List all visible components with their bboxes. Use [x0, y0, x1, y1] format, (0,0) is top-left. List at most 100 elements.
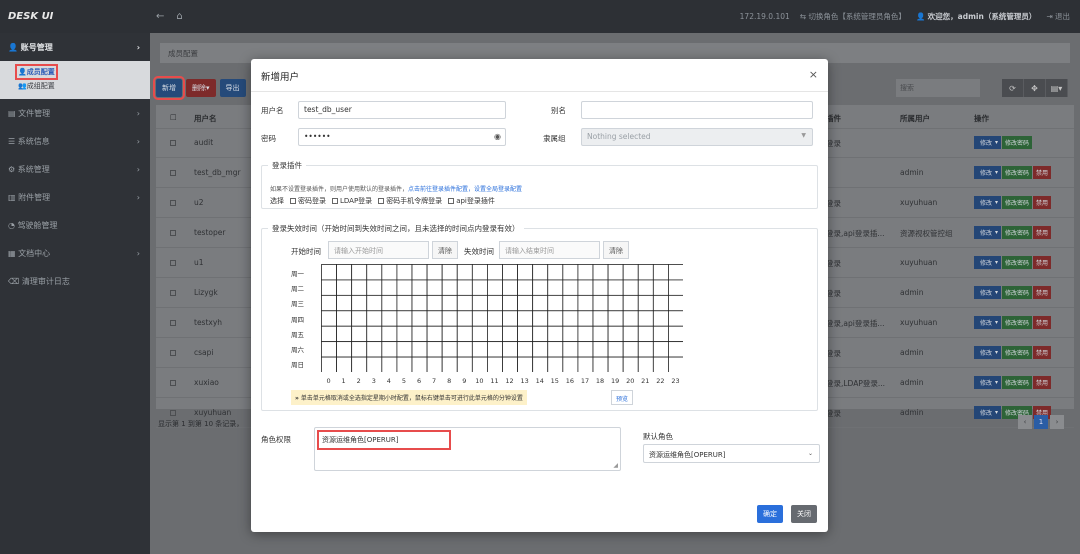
time-cell[interactable] — [577, 279, 594, 296]
time-cell[interactable] — [562, 356, 579, 372]
hour-label[interactable]: 13 — [518, 377, 532, 385]
switch-role-link[interactable]: ⇆ 切换角色【系统管理员角色】 — [800, 11, 906, 22]
time-cell[interactable] — [336, 279, 353, 296]
time-cell[interactable] — [487, 341, 503, 358]
time-cell[interactable] — [502, 279, 518, 296]
edit-button[interactable]: 修改 ▾ — [974, 376, 1002, 389]
time-cell[interactable] — [668, 310, 683, 327]
time-cell[interactable] — [607, 279, 624, 296]
hour-label[interactable]: 0 — [322, 377, 336, 385]
time-cell[interactable] — [471, 325, 488, 343]
time-cell[interactable] — [668, 264, 683, 281]
time-cell[interactable] — [366, 341, 383, 358]
time-cell[interactable] — [517, 279, 534, 296]
time-cell[interactable] — [441, 356, 458, 372]
time-cell[interactable] — [622, 325, 639, 343]
edit-button[interactable]: 修改 ▾ — [974, 166, 1002, 179]
time-cell[interactable] — [351, 341, 368, 358]
hour-label[interactable]: 6 — [412, 377, 426, 385]
clear-end-button[interactable]: 清除 — [603, 241, 629, 259]
time-cell[interactable] — [321, 310, 337, 327]
close-icon[interactable]: × — [809, 68, 818, 81]
change-password-button[interactable]: 修改密码 — [1002, 226, 1033, 239]
close-button[interactable]: 关闭 — [791, 505, 817, 523]
sidebar-item-cockpit[interactable]: ◔ 驾驶舱管理 — [0, 211, 150, 239]
time-cell[interactable] — [502, 264, 518, 281]
time-cell[interactable] — [502, 341, 518, 358]
hour-label[interactable]: 9 — [457, 377, 471, 385]
change-password-button[interactable]: 修改密码 — [1002, 286, 1033, 299]
alias-field[interactable] — [581, 101, 813, 119]
time-cell[interactable] — [441, 279, 458, 296]
sidebar-item-sysinfo[interactable]: ☰ 系统信息 › — [0, 127, 150, 155]
time-cell[interactable] — [396, 325, 413, 343]
time-cell[interactable] — [532, 264, 549, 281]
hour-label[interactable]: 23 — [668, 377, 682, 385]
time-cell[interactable] — [321, 341, 337, 358]
time-cell[interactable] — [441, 264, 458, 281]
hour-label[interactable]: 19 — [608, 377, 622, 385]
time-cell[interactable] — [381, 356, 398, 372]
time-cell[interactable] — [517, 310, 534, 327]
edit-button[interactable]: 修改 ▾ — [974, 256, 1002, 269]
time-cell[interactable] — [622, 264, 639, 281]
time-cell[interactable] — [366, 264, 383, 281]
col-plugin[interactable]: 插件 — [826, 113, 841, 124]
time-cell[interactable] — [381, 264, 398, 281]
time-cell[interactable] — [381, 310, 398, 327]
time-cell[interactable] — [336, 325, 353, 343]
hour-label[interactable]: 10 — [472, 377, 486, 385]
change-password-button[interactable]: 修改密码 — [1002, 196, 1033, 209]
time-cell[interactable] — [517, 341, 534, 358]
add-button[interactable]: 新增 — [153, 76, 185, 100]
time-cell[interactable] — [532, 356, 549, 372]
time-cell[interactable] — [487, 325, 503, 343]
time-cell[interactable] — [411, 341, 428, 358]
time-cell[interactable] — [517, 294, 534, 312]
time-cell[interactable] — [562, 279, 579, 296]
hour-label[interactable]: 20 — [623, 377, 637, 385]
time-cell[interactable] — [487, 294, 503, 312]
time-cell[interactable] — [532, 279, 549, 296]
time-cell[interactable] — [592, 279, 609, 296]
time-cell[interactable] — [471, 310, 488, 327]
hour-label[interactable]: 11 — [487, 377, 501, 385]
time-cell[interactable] — [487, 279, 503, 296]
time-cell[interactable] — [592, 341, 609, 358]
disable-button[interactable]: 禁用 — [1033, 226, 1052, 239]
row-checkbox[interactable] — [170, 320, 176, 326]
time-cell[interactable] — [426, 294, 443, 312]
time-cell[interactable] — [426, 341, 443, 358]
col-owner[interactable]: 所属用户 — [900, 113, 930, 124]
time-cell[interactable] — [607, 264, 624, 281]
row-checkbox[interactable] — [170, 260, 176, 266]
time-cell[interactable] — [577, 356, 594, 372]
time-cell[interactable] — [351, 325, 368, 343]
time-cell[interactable] — [547, 279, 564, 296]
time-cell[interactable] — [622, 356, 639, 372]
plugin-checkbox-token[interactable]: 密码手机令牌登录 — [378, 196, 442, 206]
time-cell[interactable] — [532, 294, 549, 312]
time-cell[interactable] — [366, 279, 383, 296]
prev-page-button[interactable]: ‹ — [1018, 415, 1032, 429]
time-cell[interactable] — [577, 325, 594, 343]
time-cell[interactable] — [517, 264, 534, 281]
time-cell[interactable] — [471, 279, 488, 296]
time-cell[interactable] — [396, 294, 413, 312]
time-cell[interactable] — [411, 310, 428, 327]
search-input[interactable]: 搜索 — [896, 79, 980, 97]
time-cell[interactable] — [532, 341, 549, 358]
time-cell[interactable] — [396, 341, 413, 358]
time-cell[interactable] — [441, 325, 458, 343]
hour-label[interactable]: 14 — [533, 377, 547, 385]
time-cell[interactable] — [562, 294, 579, 312]
time-cell[interactable] — [456, 341, 473, 358]
edit-button[interactable]: 修改 ▾ — [974, 196, 1002, 209]
confirm-button[interactable]: 确定 — [757, 505, 783, 523]
time-cell[interactable] — [426, 264, 443, 281]
time-cell[interactable] — [652, 264, 669, 281]
time-cell[interactable] — [637, 294, 654, 312]
time-cell[interactable] — [396, 264, 413, 281]
sidebar-item-account[interactable]: 👤 账号管理 › — [0, 33, 150, 61]
time-cell[interactable] — [336, 341, 353, 358]
